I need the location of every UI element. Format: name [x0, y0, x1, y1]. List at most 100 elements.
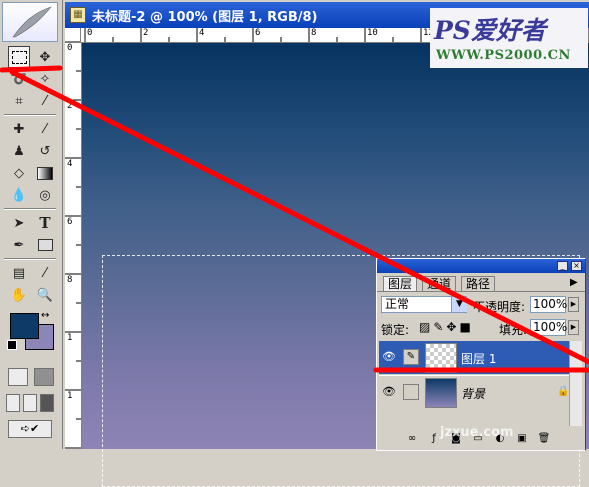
notes-tool[interactable]: ▤ [8, 262, 30, 284]
eye-icon[interactable]: 👁 [381, 384, 397, 400]
zoom-icon: 🔍 [36, 287, 54, 303]
standard-mode-button[interactable] [8, 368, 28, 386]
layer-row-background[interactable]: 👁 背景 🔒 [379, 375, 579, 409]
lasso-tool[interactable]: ➰ [8, 68, 30, 90]
imageready-icon: ➪✔ [20, 422, 40, 435]
clone-stamp-icon: ♟ [13, 143, 25, 159]
ruler-tick-label: 2 [67, 101, 73, 111]
eye-icon[interactable]: 👁 [381, 349, 397, 365]
path-select-tool[interactable]: ➤ [8, 212, 30, 234]
new-layer-icon[interactable]: ▣ [515, 432, 529, 446]
foreground-color-swatch[interactable] [10, 313, 39, 339]
rectangular-marquee-tool[interactable] [8, 46, 30, 68]
screen-mode-full-menu-button[interactable] [23, 394, 37, 412]
gradient-tool[interactable] [34, 162, 56, 184]
watermark-logo: PS爱好者 WWW.PS2000.CN [430, 8, 588, 68]
hand-icon: ✋ [10, 287, 28, 303]
pen-tool[interactable]: ✒ [8, 234, 30, 256]
tab-layers[interactable]: 图层 [383, 276, 418, 292]
magic-wand-tool[interactable]: ✧ [34, 68, 56, 90]
brush-link-icon[interactable]: ✎ [403, 349, 419, 365]
shape-tool[interactable] [34, 234, 56, 256]
ruler-tick-label: 4 [199, 28, 205, 38]
opacity-slider-arrow-icon[interactable]: ▶ [568, 297, 579, 312]
eyedropper-tool[interactable]: ⁄ [34, 262, 56, 284]
dodge-tool[interactable]: ◎ [34, 184, 56, 206]
layers-palette-titlebar[interactable]: _ × [377, 259, 585, 273]
opacity-label: 不透明度: [473, 300, 526, 314]
ruler-tick-label: 6 [67, 217, 73, 227]
palette-menu-arrow-icon[interactable]: ▶ [570, 277, 578, 288]
fill-slider-arrow-icon[interactable]: ▶ [568, 320, 579, 335]
quick-mask-mode-button[interactable] [34, 368, 54, 386]
lock-options: ▨✎✥■ [419, 320, 474, 334]
tool-palette: ✥ ➰ ✧ ⌗ ⁄ ✚ ⁄ ♟ ↺ ◇ 💧 ◎ ➤ T ✒ ▤ ⁄ ✋ 🔍 ↔ … [0, 0, 63, 449]
move-tool[interactable]: ✥ [34, 46, 56, 68]
lock-icon: 🔒 [557, 386, 570, 397]
screen-mode-full-button[interactable] [40, 394, 54, 412]
ruler-tick-label: 1 [67, 391, 73, 401]
eyedropper-icon: ⁄ [43, 265, 47, 281]
layer-name[interactable]: 图层 1 [461, 350, 496, 367]
ruler-tick-label: 8 [67, 275, 73, 285]
lock-position-icon[interactable]: ✥ [446, 320, 459, 334]
lasso-icon: ➰ [10, 71, 28, 87]
opacity-field[interactable]: 100% [530, 296, 567, 313]
ruler-tick-label: 2 [143, 28, 149, 38]
layer-thumbnail [425, 343, 457, 373]
eraser-icon: ◇ [14, 165, 24, 181]
shape-icon [37, 239, 53, 251]
healing-brush-icon: ✚ [13, 121, 25, 137]
ruler-origin[interactable] [65, 28, 81, 42]
watermark-site: WWW.PS2000.CN [436, 48, 571, 63]
tab-channels[interactable]: 通道 [422, 276, 457, 292]
ruler-tick-label: 10 [367, 28, 378, 38]
vertical-ruler[interactable]: 0 2 4 6 8 1 1 [65, 42, 82, 449]
healing-brush-tool[interactable]: ✚ [8, 118, 30, 140]
magic-wand-icon: ✧ [39, 71, 51, 87]
eraser-tool[interactable]: ◇ [8, 162, 30, 184]
pen-icon: ✒ [13, 237, 25, 253]
history-brush-icon: ↺ [39, 143, 51, 159]
delete-layer-icon[interactable]: 🗑 [537, 432, 551, 446]
type-tool[interactable]: T [34, 212, 56, 234]
ruler-tick-label: 6 [255, 28, 261, 38]
ruler-tick-label: 1 [67, 333, 73, 343]
blur-icon: 💧 [10, 187, 28, 203]
tab-paths[interactable]: 路径 [461, 276, 496, 292]
slice-tool[interactable]: ⁄ [34, 90, 56, 112]
brush-tool[interactable]: ⁄ [34, 118, 56, 140]
link-layers-icon[interactable]: ∞ [405, 432, 419, 446]
default-colors-icon[interactable] [7, 340, 17, 350]
lock-all-icon[interactable]: ■ [459, 320, 473, 334]
ruler-tick-label: 0 [87, 28, 93, 38]
fill-label: 填充: [499, 323, 528, 337]
tool-separator [4, 258, 56, 260]
notes-icon: ▤ [12, 265, 26, 281]
zoom-tool[interactable]: 🔍 [34, 284, 56, 306]
lock-image-icon[interactable]: ✎ [433, 320, 446, 334]
hand-tool[interactable]: ✋ [8, 284, 30, 306]
blur-tool[interactable]: 💧 [8, 184, 30, 206]
history-brush-tool[interactable]: ↺ [34, 140, 56, 162]
layer-name[interactable]: 背景 [461, 385, 485, 402]
swap-colors-icon[interactable]: ↔ [41, 310, 49, 321]
tab-divider [377, 291, 585, 292]
layer-row-layer-1[interactable]: 👁 ✎ 图层 1 [379, 341, 579, 374]
minimize-icon[interactable]: _ [557, 261, 568, 271]
layer-link-box[interactable] [403, 384, 419, 400]
layers-palette: _ × 图层 通道 路径 ▶ 正常 ▼ 不透明度: 100% ▶ 锁定: ▨✎✥… [376, 258, 586, 451]
lock-label: 锁定: [381, 323, 410, 337]
layer-style-icon[interactable]: ƒ [427, 432, 441, 446]
fill-field[interactable]: 100% [530, 319, 567, 336]
watermark-corner-text: jzxue.com [440, 425, 514, 440]
document-title: 未标题-2 @ 100% (图层 1, RGB/8) [92, 10, 318, 25]
lock-transparency-icon[interactable]: ▨ [419, 320, 433, 334]
chevron-down-icon[interactable]: ▼ [451, 297, 467, 312]
screen-mode-standard-button[interactable] [6, 394, 20, 412]
layers-scrollbar[interactable] [569, 341, 582, 426]
crop-tool[interactable]: ⌗ [8, 90, 30, 112]
clone-stamp-tool[interactable]: ♟ [8, 140, 30, 162]
close-icon[interactable]: × [571, 261, 582, 271]
jump-to-imageready-button[interactable]: ➪✔ [8, 420, 52, 438]
